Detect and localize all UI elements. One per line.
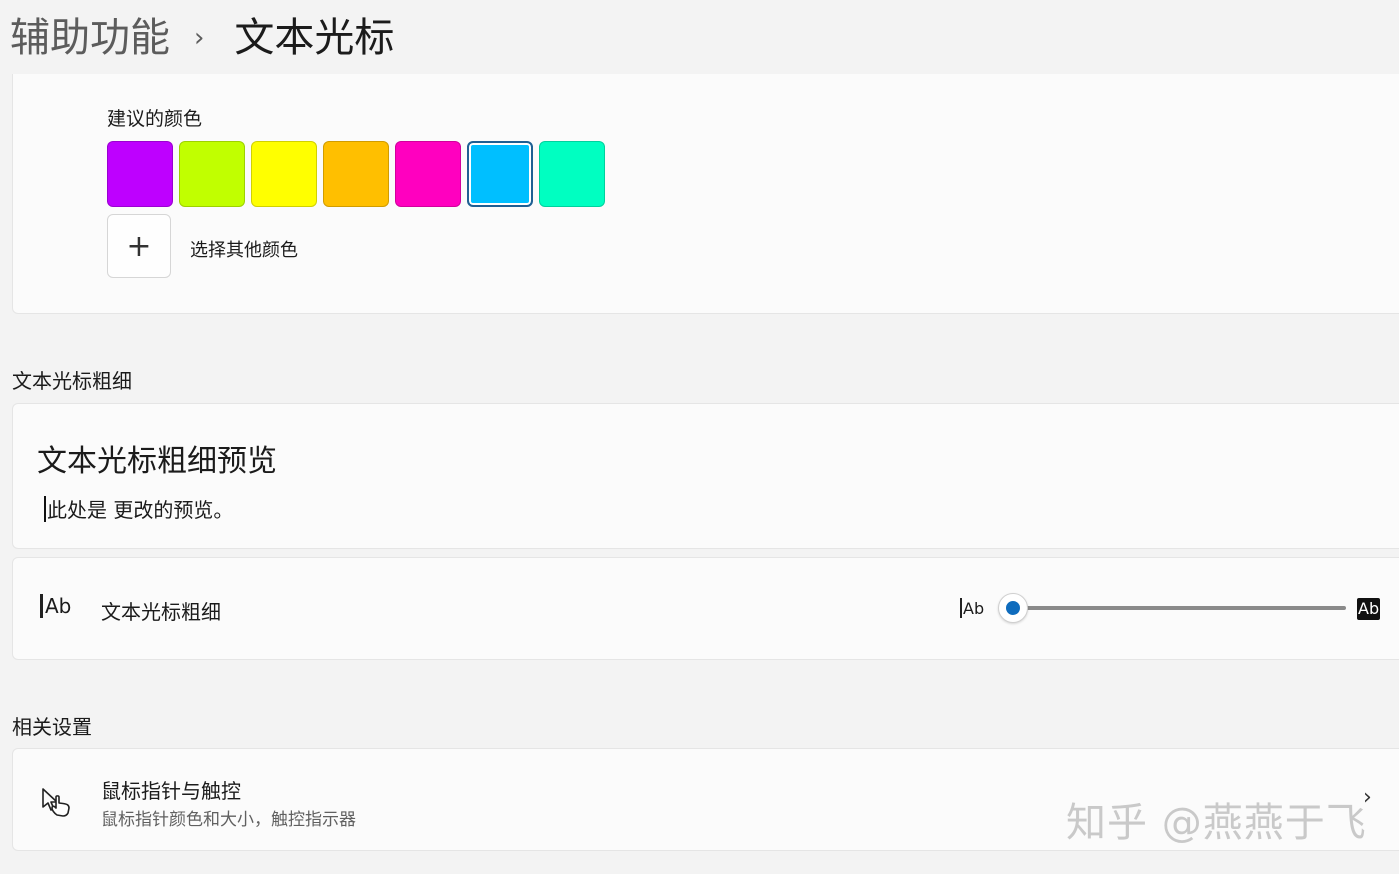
- plus-icon: +: [126, 228, 152, 264]
- choose-other-color-label[interactable]: 选择其他颜色: [190, 236, 298, 262]
- page-title: 文本光标: [234, 15, 395, 61]
- color-swatch[interactable]: [539, 141, 605, 207]
- color-swatch[interactable]: [467, 141, 533, 207]
- text-cursor-caret: [44, 495, 46, 522]
- color-swatch[interactable]: [179, 141, 245, 207]
- preview-title: 文本光标粗细预览: [37, 444, 277, 479]
- thickness-preview-card: 文本光标粗细预览 此处是 更改的预览。: [12, 403, 1399, 549]
- thickness-setting-card: Ab 文本光标粗细 Ab Ab: [12, 557, 1399, 660]
- thin-cursor-icon: Ab: [960, 598, 984, 618]
- color-swatch[interactable]: [395, 141, 461, 207]
- section-title-thickness: 文本光标粗细: [12, 369, 132, 393]
- preview-text-row: 此处是 更改的预览。: [44, 494, 233, 523]
- preview-sample-text: 此处是 更改的预览。: [47, 498, 234, 522]
- breadcrumb-parent-accessibility[interactable]: 辅助功能: [10, 8, 170, 68]
- thick-cursor-icon: Ab: [1357, 598, 1381, 620]
- thickness-setting-label: 文本光标粗细: [101, 600, 221, 624]
- add-color-button[interactable]: +: [107, 214, 171, 278]
- color-picker-card: 建议的颜色 + 选择其他颜色: [12, 74, 1399, 314]
- mouse-pointer-touch-icon: [42, 788, 70, 817]
- thickness-slider-thumb[interactable]: [998, 593, 1028, 623]
- color-swatch[interactable]: [107, 141, 173, 207]
- watermark: 知乎 @燕燕于飞: [1066, 800, 1367, 846]
- suggested-colors-label: 建议的颜色: [107, 108, 203, 130]
- related-item-subtitle: 鼠标指针颜色和大小，触控指示器: [101, 810, 356, 830]
- breadcrumb: 辅助功能 › 文本光标: [10, 8, 394, 68]
- related-item-title: 鼠标指针与触控: [101, 779, 241, 803]
- section-title-related: 相关设置: [12, 715, 92, 739]
- color-swatch[interactable]: [323, 141, 389, 207]
- suggested-colors-swatches: [107, 141, 605, 207]
- thickness-slider-track[interactable]: [1013, 606, 1346, 610]
- chevron-right-icon: ›: [194, 23, 205, 53]
- color-swatch[interactable]: [251, 141, 317, 207]
- text-cursor-icon: Ab: [40, 594, 71, 618]
